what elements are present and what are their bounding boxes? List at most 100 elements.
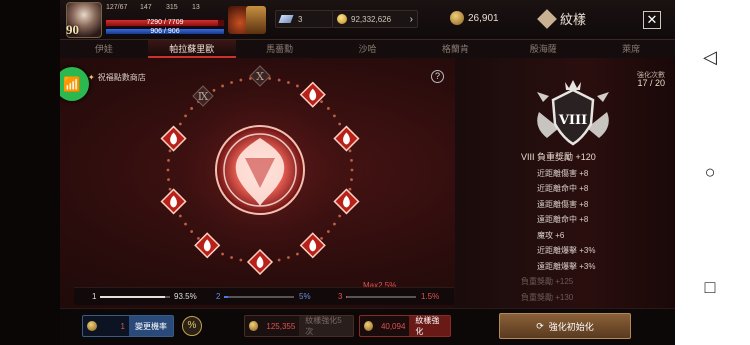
- player-level: 90: [66, 22, 79, 37]
- change-probability-button[interactable]: 1 變更機率: [82, 315, 174, 337]
- tab-3[interactable]: 沙哈: [324, 40, 412, 58]
- stat-c: 315: [166, 4, 178, 11]
- ring-dot: [178, 214, 182, 218]
- change-cost: 1: [120, 321, 125, 331]
- crest-coin-icon: [87, 321, 97, 331]
- diamond-box: 3: [275, 10, 333, 28]
- node-x-label: Ⅹ: [256, 70, 264, 83]
- ring-dot: [230, 256, 233, 259]
- ring-dot: [326, 230, 330, 233]
- diamond-amount: 3: [298, 14, 303, 24]
- tab-6[interactable]: 萊席: [587, 40, 675, 58]
- buff-slot[interactable]: [246, 6, 266, 34]
- ring-dot: [212, 88, 216, 92]
- crest-ring: Ⅸ Ⅹ: [150, 60, 370, 280]
- stat-line: 遠距離爆擊 +3%: [537, 261, 596, 271]
- prob-label-2: 2: [216, 292, 221, 301]
- prob-value-3: 1.5%: [421, 292, 440, 301]
- chevron-right-icon[interactable]: ›: [410, 14, 413, 25]
- close-button[interactable]: ✕: [643, 11, 661, 29]
- diamond-icon: [278, 15, 294, 23]
- ring-dot: [338, 214, 342, 218]
- game-screen: 90 127/67 147 315 13 7290 / 7709 906 / 9…: [60, 0, 675, 345]
- ring-dot: [333, 222, 336, 226]
- ring-dot: [197, 236, 200, 240]
- ring-dot: [296, 84, 299, 88]
- android-nav-bar: ◁ ○ □: [675, 0, 750, 345]
- stats-panel: 強化次數 17 / 20 VIII VIII 負重獎勵 +120 近距離傷害 +8…: [455, 58, 675, 308]
- gold-amount: 92,332,626: [351, 14, 392, 24]
- gold-icon: [337, 14, 347, 24]
- enhance-5-button[interactable]: 125,355 紋樣強化5次: [244, 315, 354, 337]
- tab-2[interactable]: 馬薔勳: [236, 40, 324, 58]
- gold-box: 92,332,626 ›: [332, 10, 418, 28]
- ring-dot: [230, 81, 233, 84]
- enhance-cost: 40,094: [380, 321, 406, 331]
- ring-dot: [178, 122, 182, 126]
- percent-icon[interactable]: %: [182, 316, 202, 336]
- ring-dot: [277, 78, 281, 82]
- page-title: 紋樣: [537, 8, 587, 29]
- ring-dot: [184, 222, 187, 226]
- ring-dot: [326, 107, 330, 110]
- ring-dot: [221, 84, 224, 88]
- ring-dot: [287, 256, 290, 259]
- prob-line-3: [346, 296, 416, 298]
- stat-line: 近距離傷害 +8: [537, 168, 589, 178]
- hp-bar: 7290 / 7709: [105, 19, 225, 27]
- tab-4[interactable]: 格蘭肯: [411, 40, 499, 58]
- tab-bar: 伊娃 帕拉蘇里歐 馬薔勳 沙哈 格蘭肯 殷海薩 萊席: [60, 40, 675, 58]
- ring-dot: [348, 187, 352, 191]
- ring-dot: [296, 252, 299, 256]
- ring-dot: [168, 149, 172, 153]
- ring-dot: [320, 236, 323, 240]
- enhance-label: 紋樣強化: [409, 316, 450, 336]
- close-icon: ✕: [646, 12, 658, 27]
- ring-dot: [239, 258, 243, 262]
- ring-dot: [190, 230, 194, 233]
- prob-line-2: [224, 296, 294, 298]
- crest-points: 26,901: [450, 11, 499, 25]
- prob-value-1: 93.5%: [174, 292, 197, 301]
- mp-bar: 906 / 906: [105, 28, 225, 35]
- upgrade-count-value: 17 / 20: [637, 78, 665, 88]
- reset-enhance-button[interactable]: ⟳ 強化初始化: [499, 313, 631, 339]
- enhance-5-label: 紋樣強化5次: [299, 316, 353, 336]
- probability-bar: 1 93.5% 2 5% 3 1.5%: [74, 287, 454, 305]
- tab-1[interactable]: 帕拉蘇里歐: [147, 40, 236, 58]
- badge-numeral: VIII: [558, 113, 587, 128]
- mp-text: 906 / 906: [150, 28, 180, 35]
- crest-points-value: 26,901: [468, 12, 499, 24]
- ring-dot: [190, 107, 194, 110]
- home-icon[interactable]: ○: [693, 155, 727, 189]
- stat-line: 近距離爆擊 +3%: [537, 246, 596, 255]
- ring-dot: [333, 114, 336, 118]
- ring-dot: [184, 114, 187, 118]
- ring-dot: [167, 178, 170, 182]
- tab-0[interactable]: 伊娃: [60, 40, 148, 58]
- stat-a: 127/67: [106, 4, 128, 11]
- stat-line: 遠距離傷害 +8: [537, 199, 589, 209]
- ring-dot: [221, 252, 224, 256]
- ring-dot: [350, 178, 353, 182]
- title-text: 紋樣: [560, 12, 587, 27]
- ring-dot: [350, 168, 354, 172]
- back-icon[interactable]: ◁: [693, 40, 727, 74]
- prob-label-1: 1: [92, 292, 97, 301]
- stat-b: 147: [140, 4, 152, 11]
- shield-badge-icon: VIII: [537, 80, 609, 146]
- recents-icon[interactable]: □: [693, 270, 727, 304]
- ring-dot: [348, 149, 352, 153]
- change-label: 變更機率: [129, 316, 173, 336]
- stat-line: VIII 負重獎勵 +120: [521, 152, 596, 162]
- reset-label: 強化初始化: [548, 321, 594, 332]
- reset-icon: ⟳: [536, 320, 544, 331]
- enhance-button[interactable]: 40,094 紋樣強化: [359, 315, 451, 337]
- ring-dot: [338, 122, 342, 126]
- top-bar: 90 127/67 147 315 13 7290 / 7709 906 / 9…: [60, 0, 675, 40]
- stat-line: 負重獎勵 +125: [521, 277, 574, 286]
- ring-dot: [168, 187, 172, 191]
- stat-d: 13: [192, 4, 200, 11]
- prob-line-1: [100, 296, 170, 298]
- tab-5[interactable]: 殷海薩: [499, 40, 587, 58]
